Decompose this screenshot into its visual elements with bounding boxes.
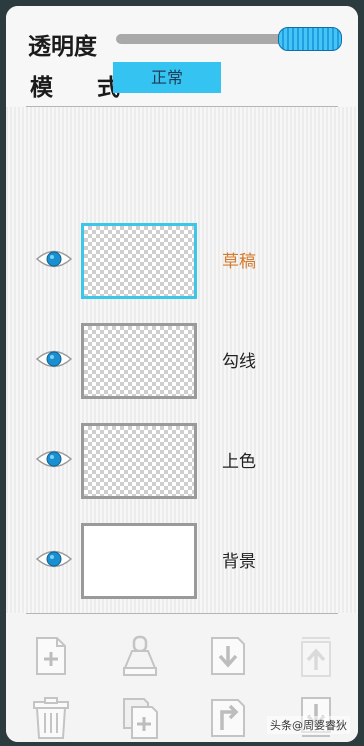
layer-name[interactable]: 草稿 [222,247,256,272]
layer-thumbnail[interactable] [81,223,197,299]
layer-thumbnail[interactable] [81,523,197,599]
layer-toolbar: 头条@周婆睿狄 [6,614,358,742]
merge-down-icon[interactable] [208,634,248,678]
eye-icon[interactable] [36,248,72,270]
layer-row-background[interactable]: 背景 [6,523,358,613]
eye-icon[interactable] [36,448,72,470]
layer-row-draft[interactable]: 草稿 [6,223,358,313]
layer-row-color[interactable]: 上色 [6,423,358,513]
add-layer-icon[interactable] [31,634,71,678]
panel-header: 透明度 模 式 正常 [6,6,358,106]
layer-name[interactable]: 背景 [222,547,256,572]
blend-mode-select[interactable]: 正常 [113,62,221,93]
opacity-slider-handle[interactable] [278,27,342,51]
layer-name[interactable]: 上色 [222,447,256,472]
layer-thumbnail[interactable] [81,323,197,399]
layer-list: 草稿 勾线 上色 背景 [6,107,358,613]
eye-icon[interactable] [36,548,72,570]
eye-icon[interactable] [36,348,72,370]
duplicate-layer-icon[interactable] [120,696,160,740]
export-layer-icon[interactable] [208,696,248,740]
layer-name[interactable]: 勾线 [222,347,256,372]
layers-panel: 透明度 模 式 正常 草稿 勾线 上色 背景 头条@周婆睿狄 [6,6,358,742]
move-up-icon[interactable] [296,634,336,678]
clip-layer-icon[interactable] [120,634,160,678]
opacity-label: 透明度 [28,34,97,60]
watermark: 头条@周婆睿狄 [267,716,350,734]
trash-icon[interactable] [31,696,71,740]
layer-row-lineart[interactable]: 勾线 [6,323,358,413]
layer-thumbnail[interactable] [81,423,197,499]
